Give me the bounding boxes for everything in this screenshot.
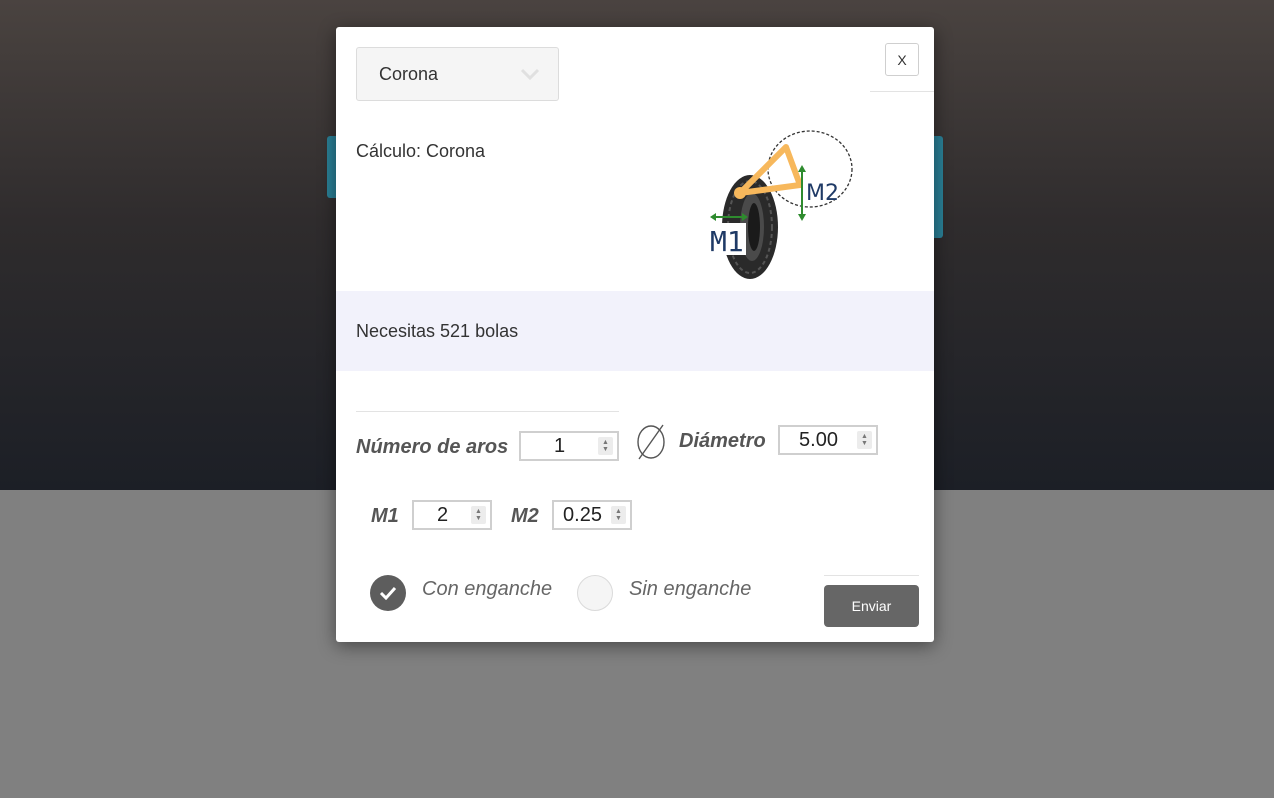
calculation-type-select[interactable]: Corona [356, 47, 559, 101]
chevron-down-icon [520, 68, 540, 81]
m1-label: M1 [371, 505, 399, 527]
m1-stepper[interactable]: ▲ ▼ [471, 506, 486, 524]
m2-stepper[interactable]: ▲ ▼ [611, 506, 626, 524]
diameter-input[interactable]: 5.00 ▲ ▼ [778, 425, 878, 455]
diameter-icon [637, 424, 665, 460]
with-hook-radio[interactable] [370, 575, 406, 611]
m1-value: 2 [436, 503, 449, 526]
tire-illustration: M1 M2 [708, 130, 853, 279]
diameter-stepper[interactable]: ▲ ▼ [857, 431, 872, 449]
calculation-title: Cálculo: Corona [356, 141, 486, 161]
m1-input[interactable]: 2 ▲ ▼ [412, 500, 492, 530]
submit-button[interactable]: Enviar [824, 585, 919, 627]
with-hook-label[interactable]: Con enganche [422, 578, 552, 601]
result-text: Necesitas 521 bolas [356, 320, 519, 341]
submit-label: Enviar [851, 598, 892, 614]
rings-label: Número de aros [356, 436, 509, 458]
divider [824, 575, 919, 576]
m2-value: 0.25 [563, 503, 602, 526]
m2-input[interactable]: 0.25 ▲ ▼ [552, 500, 632, 530]
close-label: X [897, 51, 907, 68]
result-panel: Necesitas 521 bolas [336, 291, 934, 371]
checkmark-icon [379, 586, 397, 600]
without-hook-radio[interactable] [577, 575, 613, 611]
without-hook-label[interactable]: Sin enganche [629, 578, 751, 601]
rings-value: 1 [553, 434, 566, 457]
m1-diagram-label: M1 [710, 225, 744, 258]
diameter-value: 5.00 [799, 428, 838, 451]
divider [356, 411, 619, 412]
rings-input[interactable]: 1 ▲ ▼ [519, 431, 619, 461]
m2-diagram-label: M2 [806, 181, 839, 206]
rings-stepper[interactable]: ▲ ▼ [598, 437, 613, 455]
calculation-type-value: Corona [379, 63, 439, 84]
m2-label: M2 [511, 505, 539, 527]
divider [870, 91, 934, 92]
calculator-modal: Corona X Cálculo: Corona M1 M2 Necesitas… [336, 27, 934, 642]
diameter-label: Diámetro [679, 430, 766, 452]
close-button[interactable]: X [885, 43, 919, 76]
